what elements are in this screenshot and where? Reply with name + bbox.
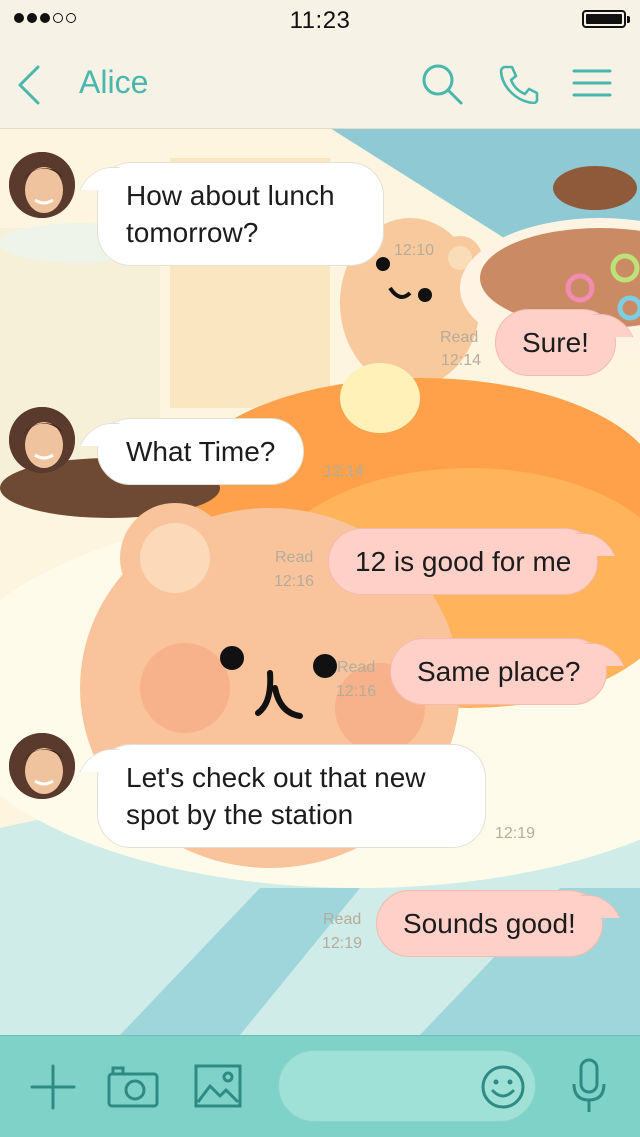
- message-bubble-outgoing[interactable]: Sure!: [495, 309, 616, 376]
- battery-icon: [582, 10, 630, 28]
- chat-header: Alice: [0, 40, 640, 129]
- contact-avatar[interactable]: [9, 152, 75, 218]
- message-time: 12:16: [274, 573, 315, 590]
- back-icon[interactable]: [14, 64, 44, 106]
- status-bar: 11:23: [0, 0, 640, 40]
- message-text: How about lunch: [126, 180, 335, 211]
- status-time: 11:23: [289, 7, 351, 34]
- message-time: 12:19: [322, 935, 363, 952]
- message-time: 12:10: [394, 242, 435, 259]
- message-bubble-outgoing[interactable]: Same place?: [390, 638, 608, 705]
- message-text: 12 is good for me: [355, 546, 572, 577]
- mic-icon[interactable]: [570, 1058, 608, 1114]
- chat-title: Alice: [79, 64, 149, 100]
- message-text: What Time?: [126, 436, 276, 467]
- message-time: 12:19: [495, 825, 536, 842]
- message-bubble-outgoing[interactable]: Sounds good!: [376, 890, 603, 957]
- contact-avatar[interactable]: [9, 733, 75, 799]
- message-bubble-incoming[interactable]: What Time?: [97, 418, 305, 485]
- message-time: 12:14: [441, 352, 482, 369]
- plus-icon[interactable]: [30, 1064, 76, 1110]
- read-receipt: Read: [323, 911, 362, 928]
- camera-icon[interactable]: [107, 1064, 159, 1108]
- message-bubble-outgoing[interactable]: 12 is good for me: [328, 528, 599, 595]
- message-text: tomorrow?: [126, 217, 259, 248]
- message-bubble-incoming[interactable]: How about lunch tomorrow?: [97, 162, 384, 266]
- gallery-icon[interactable]: [194, 1064, 242, 1108]
- message-time: 12:14: [324, 463, 365, 480]
- message-toolbar: [0, 1035, 640, 1137]
- message-text: Sure!: [522, 327, 589, 358]
- message-bubble-incoming[interactable]: Let's check out that new spot by the sta…: [97, 744, 486, 848]
- read-receipt: Read: [440, 329, 479, 346]
- read-receipt: Read: [337, 659, 376, 676]
- menu-icon[interactable]: [572, 68, 612, 100]
- phone-icon[interactable]: [498, 64, 540, 104]
- search-icon[interactable]: [420, 62, 464, 106]
- message-text: Same place?: [417, 656, 581, 687]
- message-time: 12:16: [336, 683, 377, 700]
- message-text: Let's check out that new: [126, 762, 426, 793]
- contact-avatar[interactable]: [9, 407, 75, 473]
- message-text: spot by the station: [126, 799, 354, 830]
- read-receipt: Read: [275, 549, 314, 566]
- emoji-icon[interactable]: [480, 1064, 526, 1110]
- message-text: Sounds good!: [403, 908, 576, 939]
